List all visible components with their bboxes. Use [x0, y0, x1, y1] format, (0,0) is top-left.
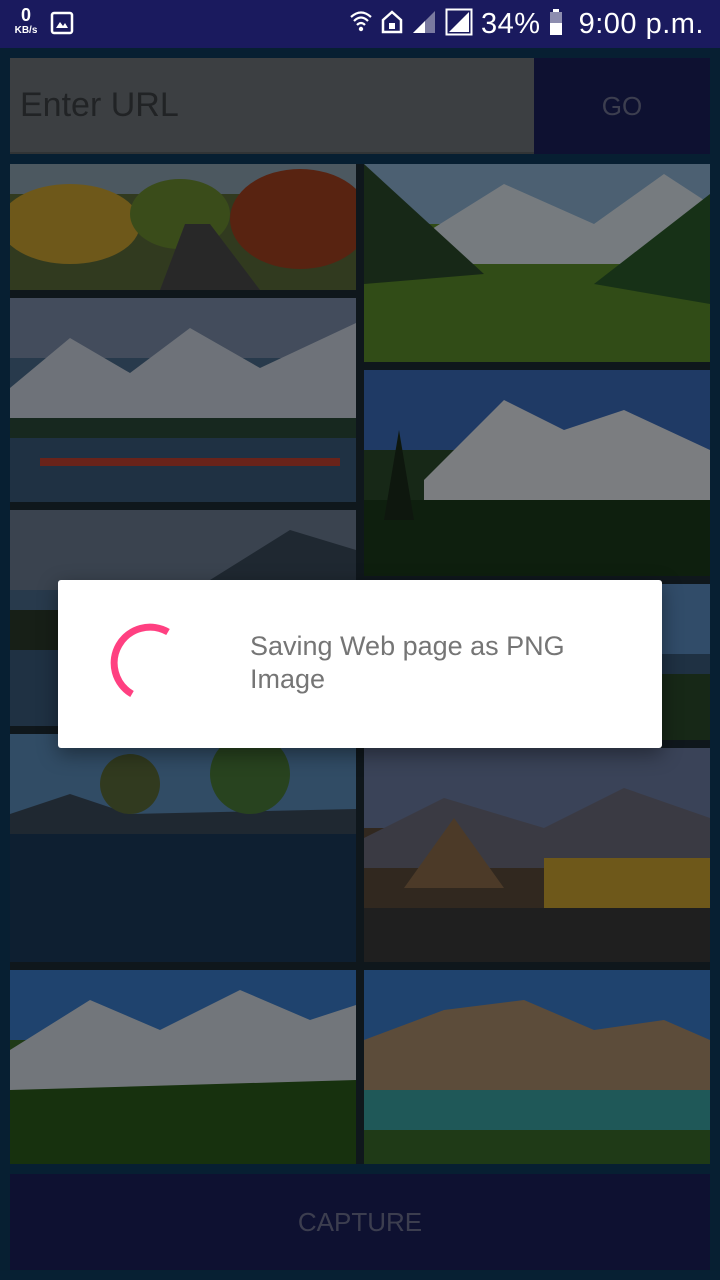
progress-dialog: Saving Web page as PNG Image [58, 580, 662, 748]
home-icon [381, 9, 403, 40]
battery-percent: 34% [481, 7, 541, 40]
network-speed: 0 KB/s [10, 6, 42, 36]
status-bar: 0 KB/s 34% 9:00 p.m. [0, 0, 720, 48]
image-icon [50, 11, 74, 40]
status-icons: 34% 9:00 p.m. [349, 0, 704, 48]
network-speed-unit: KB/s [14, 25, 38, 36]
signal-weak-icon [411, 9, 437, 40]
battery-icon [549, 8, 563, 40]
clock: 9:00 p.m. [578, 7, 704, 40]
network-speed-value: 0 [20, 5, 31, 25]
dialog-message: Saving Web page as PNG Image [250, 631, 565, 694]
progress-spinner-icon [108, 620, 196, 708]
signal-full-icon [445, 8, 473, 41]
wifi-icon [349, 9, 373, 40]
